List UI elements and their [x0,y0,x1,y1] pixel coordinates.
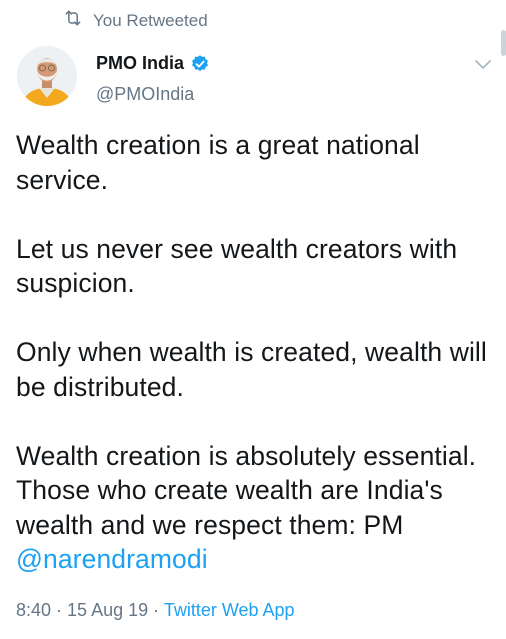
chevron-down-icon[interactable] [474,58,492,70]
retweet-icon [63,8,83,33]
mention-link[interactable]: @narendramodi [16,544,208,574]
tweet-meta: 8:40 · 15 Aug 19 · Twitter Web App [16,600,295,621]
meta-separator: · [51,600,68,620]
author-handle[interactable]: @PMOIndia [96,84,194,105]
author-name[interactable]: PMO India [96,53,184,74]
tweet-text: Wealth creation is a great national serv… [16,128,496,577]
meta-separator: · [148,600,164,620]
verified-badge-icon [190,54,210,74]
scroll-indicator[interactable] [501,30,506,56]
tweet-source[interactable]: Twitter Web App [164,600,295,620]
tweet-time[interactable]: 8:40 [16,600,51,620]
tweet-date[interactable]: 15 Aug 19 [67,600,148,620]
tweet-body: Wealth creation is a great national serv… [16,130,487,540]
retweet-context: You Retweeted [63,8,208,33]
author-name-row[interactable]: PMO India [96,53,210,74]
retweet-label: You Retweeted [93,10,208,30]
avatar[interactable] [17,46,77,106]
